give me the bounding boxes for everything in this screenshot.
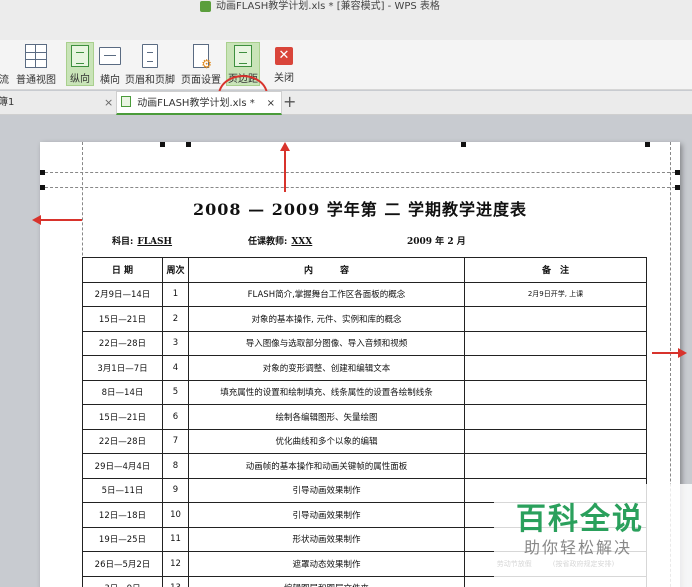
header-week: 周次: [162, 257, 189, 283]
margins-icon: [234, 45, 252, 67]
header-footer-button[interactable]: 页眉和页脚: [125, 42, 175, 86]
landscape-button[interactable]: 横向: [96, 42, 124, 86]
subject-line: 科目: FLASH: [112, 237, 173, 247]
partial-icon: [0, 44, 9, 68]
table-row: 15日—21日 6 绘制各编辑图形、矢量绘图: [82, 404, 647, 430]
watermark: 百科全说 助你轻松解决: [494, 484, 692, 587]
tab-close-icon[interactable]: ×: [267, 92, 275, 116]
margin-handle[interactable]: [675, 185, 680, 190]
landscape-page-icon: [99, 47, 121, 65]
tab-workbook1[interactable]: 簿1: [0, 91, 14, 115]
document-title: 2008 — 2009 学年第 二 学期教学进度表: [193, 200, 527, 219]
column-handle[interactable]: [160, 142, 165, 147]
print-preview-toolbar: 流 普通视图 纵向 横向 页眉和页脚 页面设置 页边距 ✕ 关闭: [0, 40, 692, 115]
table-row: 2月9日—14日 1 FLASH简介,掌握舞台工作区各面板的概念 2月9日开学, 上课: [82, 281, 647, 307]
header-margin-guide[interactable]: [40, 172, 680, 173]
grid-icon: [25, 44, 47, 68]
top-margin-guide[interactable]: [40, 187, 680, 188]
column-handle[interactable]: [461, 142, 466, 147]
margin-handle[interactable]: [40, 185, 45, 190]
window-title-text: 动画FLASH教学计划.xls * [兼容模式] - WPS 表格: [216, 1, 440, 12]
page-setup-icon: [193, 44, 212, 71]
table-row: 8日—14日 5 填充属性的设置和绘制填充、线条属性的设置各绘制线条: [82, 379, 647, 405]
table-header-row: 日 期 周次 内 容 备 注: [82, 257, 647, 283]
close-preview-button[interactable]: ✕ 关闭: [270, 42, 298, 86]
new-tab-icon[interactable]: +: [283, 91, 296, 115]
tab-flash-plan[interactable]: 动画FLASH教学计划.xls * ×: [116, 91, 282, 115]
table-row: 29日—4月4日 8 动画帧的基本操作和动画关键帧的属性面板: [82, 453, 647, 479]
header-footer-icon: [142, 44, 158, 68]
close-icon: ✕: [275, 47, 293, 65]
table-row: 22日—28日 7 优化曲线和多个以象的编辑: [82, 428, 647, 454]
table-row: 15日—21日 2 对象的基本操作, 元件、实例和库的概念: [82, 306, 647, 332]
margin-handle[interactable]: [675, 170, 680, 175]
normal-view-button[interactable]: 普通视图: [14, 42, 58, 86]
table-row: 22日—28日 3 导入图像与选取部分图像、导入音频和视频: [82, 330, 647, 356]
header-notes: 备 注: [464, 257, 647, 283]
portrait-page-icon: [71, 45, 89, 67]
page-setup-button[interactable]: 页面设置: [180, 42, 222, 86]
tab-close-icon[interactable]: ×: [104, 91, 113, 115]
watermark-main: 百科全说: [516, 502, 644, 537]
watermark-sub: 助你轻松解决: [524, 538, 633, 557]
column-handle[interactable]: [186, 142, 191, 147]
portrait-button[interactable]: 纵向: [66, 42, 94, 86]
wps-sheet-icon: [200, 1, 211, 12]
margin-handle[interactable]: [40, 170, 45, 175]
document-tab-bar: 簿1 × 动画FLASH教学计划.xls * × +: [0, 91, 692, 115]
window-title: 动画FLASH教学计划.xls * [兼容模式] - WPS 表格: [200, 0, 440, 13]
toolbar-button-flow[interactable]: 流: [0, 42, 14, 86]
table-row: 3月1日—7日 4 对象的变形调整、创建和编辑文本: [82, 355, 647, 381]
sheet-icon: [121, 96, 131, 107]
column-handle[interactable]: [645, 142, 650, 147]
date-line: 2009 年 2 月: [407, 237, 466, 247]
header-content: 内 容: [188, 257, 465, 283]
teacher-line: 任课教师: XXX: [248, 237, 313, 247]
header-date: 日 期: [82, 257, 163, 283]
title-bar: 动画FLASH教学计划.xls * [兼容模式] - WPS 表格: [0, 0, 692, 40]
